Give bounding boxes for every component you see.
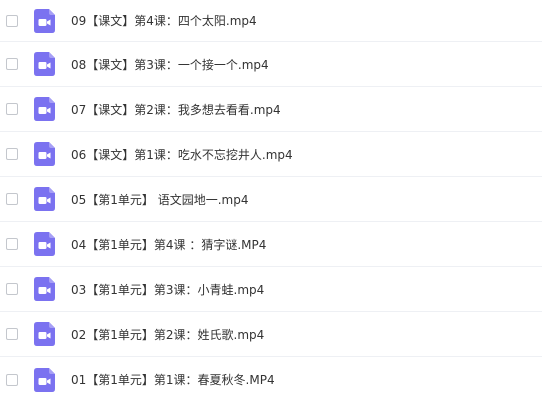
file-row[interactable]: 09【课文】第4课：四个太阳.mp4	[0, 0, 542, 42]
file-row[interactable]: 07【课文】第2课：我多想去看看.mp4	[0, 87, 542, 132]
row-checkbox[interactable]	[6, 193, 18, 205]
file-name[interactable]: 08【课文】第3课：一个接一个.mp4	[71, 56, 269, 73]
file-row[interactable]: 03【第1单元】第3课：小青蛙.mp4	[0, 267, 542, 312]
file-row[interactable]: 01【第1单元】第1课：春夏秋冬.MP4	[0, 357, 542, 402]
video-file-icon	[34, 187, 55, 211]
file-row[interactable]: 04【第1单元】第4课 ：猜字谜.MP4	[0, 222, 542, 267]
row-checkbox[interactable]	[6, 58, 18, 70]
row-checkbox[interactable]	[6, 238, 18, 250]
file-name[interactable]: 07【课文】第2课：我多想去看看.mp4	[71, 101, 281, 118]
file-row[interactable]: 06【课文】第1课：吃水不忘挖井人.mp4	[0, 132, 542, 177]
video-file-icon	[34, 8, 55, 33]
video-file-icon	[34, 367, 55, 392]
file-name[interactable]: 09【课文】第4课：四个太阳.mp4	[71, 12, 257, 29]
video-file-icon	[34, 277, 55, 301]
file-row[interactable]: 05【第1单元】 语文园地一.mp4	[0, 177, 542, 222]
row-checkbox[interactable]	[6, 14, 18, 27]
row-checkbox[interactable]	[6, 103, 18, 115]
row-checkbox[interactable]	[6, 373, 18, 386]
file-name[interactable]: 02【第1单元】第2课：姓氏歌.mp4	[71, 326, 264, 343]
row-checkbox[interactable]	[6, 148, 18, 160]
video-file-icon	[34, 142, 55, 166]
video-file-icon	[34, 52, 55, 76]
file-name[interactable]: 01【第1单元】第1课：春夏秋冬.MP4	[71, 371, 275, 388]
file-name[interactable]: 06【课文】第1课：吃水不忘挖井人.mp4	[71, 146, 293, 163]
file-name[interactable]: 03【第1单元】第3课：小青蛙.mp4	[71, 281, 264, 298]
video-file-icon	[34, 322, 55, 346]
file-name[interactable]: 05【第1单元】 语文园地一.mp4	[71, 191, 248, 208]
file-row[interactable]: 02【第1单元】第2课：姓氏歌.mp4	[0, 312, 542, 357]
video-file-icon	[34, 232, 55, 256]
video-file-icon	[34, 97, 55, 121]
row-checkbox[interactable]	[6, 283, 18, 295]
file-list: 09【课文】第4课：四个太阳.mp4 08【课文】第3课：一个接一个.mp4 0…	[0, 0, 542, 392]
row-checkbox[interactable]	[6, 328, 18, 340]
file-row[interactable]: 08【课文】第3课：一个接一个.mp4	[0, 42, 542, 87]
file-name[interactable]: 04【第1单元】第4课 ：猜字谜.MP4	[71, 236, 266, 253]
